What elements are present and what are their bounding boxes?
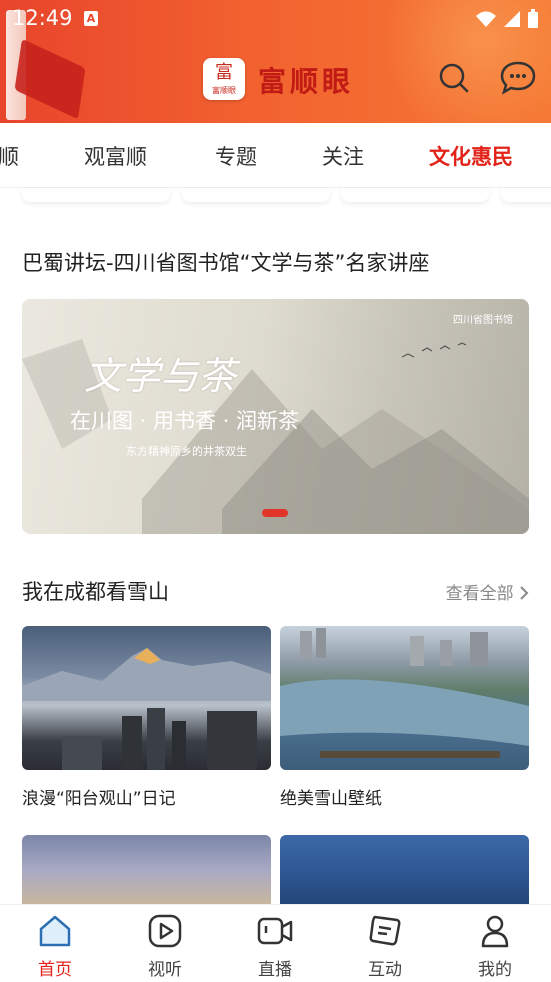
notification-a-icon: A [84, 11, 98, 26]
carousel-indicator [262, 509, 288, 517]
previous-row-cards [0, 188, 551, 208]
banner-subtitle: 在川图 · 用书香 · 润新茶 [70, 409, 300, 433]
chat-card-icon [369, 915, 401, 946]
nav-home-label: 首页 [38, 960, 72, 980]
section-title-snow-mountain: 我在成都看雪山 [22, 580, 169, 604]
home-icon [39, 915, 71, 947]
channel-tabs: 顺 观富顺 专题 关注 文化惠民 [0, 123, 551, 188]
view-all-label: 查看全部 [445, 584, 514, 604]
snow-mountain-photo-2[interactable] [280, 626, 529, 770]
snow-mountain-photo-1[interactable] [22, 626, 271, 770]
snow-mountain-photo-4[interactable] [280, 835, 529, 905]
prev-card[interactable] [341, 188, 489, 202]
logo-small-text: 富顺眼 [212, 86, 236, 95]
tab-guanzhu[interactable]: 关注 [322, 141, 364, 171]
app-header: 12:49 A 富 富顺眼 富顺眼 [0, 0, 551, 123]
status-icons [475, 9, 539, 29]
lecture-banner[interactable]: 四川省图书馆 文学与茶 在川图 · 用书香 · 润新茶 东方精神原乡的井茶双生 [22, 299, 529, 534]
banner-org-logo: 四川省图书馆 [453, 315, 513, 326]
caption-balcony-diary[interactable]: 浪漫“阳台观山”日记 [22, 784, 176, 809]
tab-guan-fushun[interactable]: 观富顺 [84, 141, 147, 171]
prev-card[interactable] [22, 188, 170, 202]
nav-video-label: 视听 [148, 960, 182, 980]
banner-tagline: 东方精神原乡的井茶双生 [126, 445, 247, 458]
chevron-right-icon [520, 586, 529, 600]
tab-zhuanti[interactable]: 专题 [215, 141, 257, 171]
status-bar: 12:49 A [0, 0, 551, 38]
nav-profile[interactable]: 我的 [440, 905, 550, 982]
mountain-skyline-illustration [22, 648, 271, 770]
nav-home[interactable]: 首页 [0, 905, 110, 982]
user-icon [481, 915, 509, 948]
view-all-link[interactable]: 查看全部 [446, 579, 529, 604]
banner-title: 文学与茶 [84, 354, 237, 398]
nav-profile-label: 我的 [478, 960, 512, 980]
signal-icon [504, 11, 520, 27]
app-title: 富顺眼 [258, 65, 355, 98]
nav-live[interactable]: 直播 [220, 905, 330, 982]
nav-video[interactable]: 视听 [110, 905, 220, 982]
logo-mark: 富 [215, 62, 233, 83]
status-time: 12:49 [12, 6, 73, 30]
video-camera-icon [257, 917, 293, 945]
snow-mountain-photo-3[interactable] [22, 835, 271, 905]
nav-live-label: 直播 [258, 960, 292, 980]
wifi-icon [476, 11, 496, 27]
battery-icon [528, 9, 538, 28]
caption-wallpaper[interactable]: 绝美雪山壁纸 [280, 784, 382, 809]
tab-wenhua-huimin[interactable]: 文化惠民 [429, 141, 513, 171]
prev-card[interactable] [182, 188, 330, 202]
prev-card[interactable] [501, 188, 551, 202]
search-icon [439, 63, 469, 93]
play-icon [148, 914, 182, 948]
bottom-navigation: 首页 视听 直播 互动 我的 [0, 904, 551, 982]
tab-partial[interactable]: 顺 [0, 141, 19, 171]
section-title-lecture[interactable]: 巴蜀讲坛-四川省图书馆“文学与茶”名家讲座 [22, 247, 429, 277]
app-logo: 富 富顺眼 [203, 58, 245, 100]
chat-bubble-icon [500, 61, 536, 95]
nav-interact-label: 互动 [368, 960, 402, 980]
message-button[interactable] [499, 60, 536, 96]
river-city-illustration [280, 628, 529, 758]
nav-interact[interactable]: 互动 [330, 905, 440, 982]
search-button[interactable] [436, 60, 472, 96]
